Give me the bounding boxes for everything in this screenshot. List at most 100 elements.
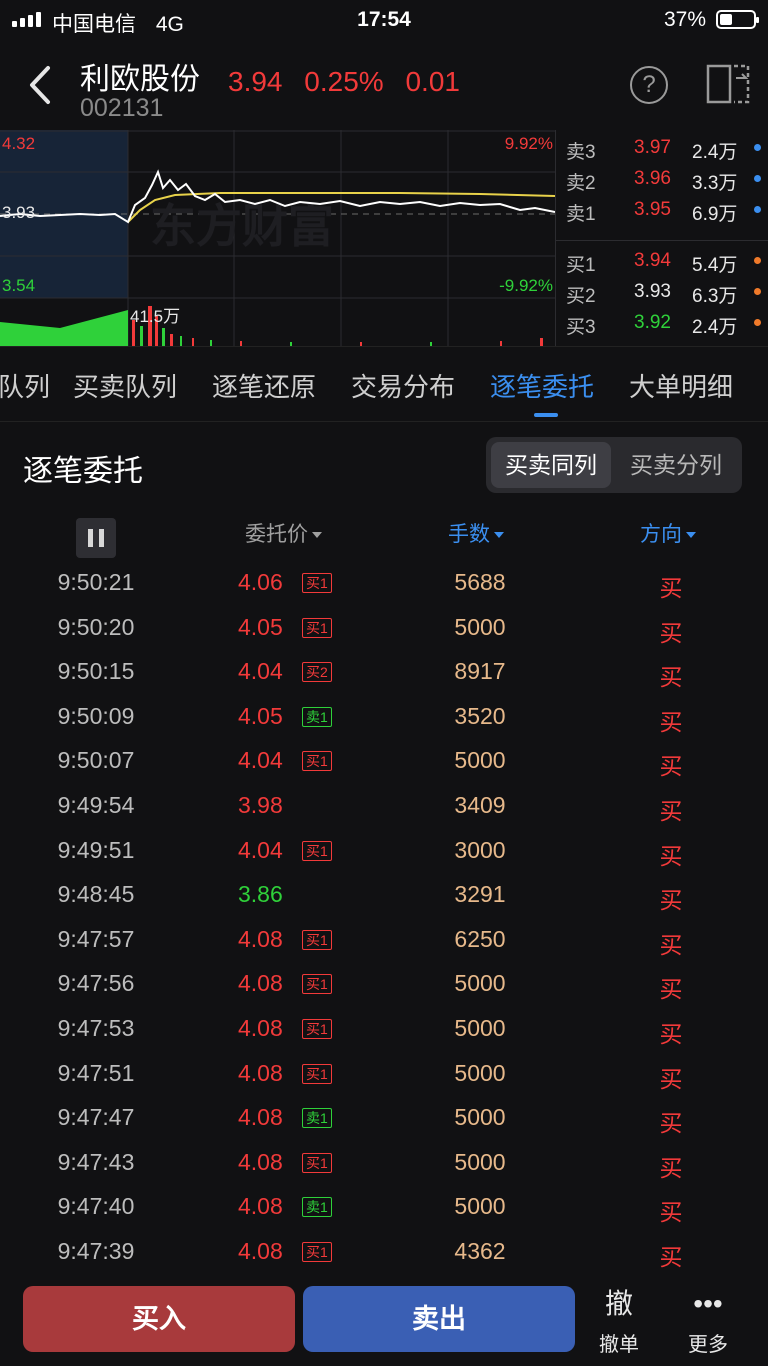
ask-name: 卖1 <box>566 204 596 225</box>
table-row[interactable]: 9:48:45 3.86 3291 买 <box>0 872 768 917</box>
table-row[interactable]: 9:50:09 4.05 卖1 3520 买 <box>0 694 768 739</box>
table-row[interactable]: 9:50:07 4.04 买1 5000 买 <box>0 738 768 783</box>
ask-price: 3.95 <box>634 199 671 220</box>
switch-layout-icon[interactable] <box>706 64 750 104</box>
order-book[interactable]: 卖3 3.97 2.4万 卖2 3.96 3.3万 卖1 3.95 6.9万 买… <box>555 130 768 346</box>
bid-name: 买2 <box>566 286 596 307</box>
ask-price: 3.96 <box>634 168 671 189</box>
table-row[interactable]: 9:47:40 4.08 卖1 5000 买 <box>0 1184 768 1229</box>
tab-large-orders[interactable]: 大单明细 <box>629 367 733 404</box>
tab-queue[interactable]: 队列 <box>0 367 50 404</box>
order-badge: 买1 <box>302 840 332 861</box>
order-time: 9:47:43 <box>57 1148 135 1175</box>
tab-tick-restore[interactable]: 逐笔还原 <box>212 367 316 404</box>
bid-row-1: 买1 3.94 5.4万 <box>556 245 768 276</box>
back-arrow-icon[interactable] <box>22 62 62 108</box>
ask-volume: 6.9万 <box>692 204 738 225</box>
order-qty: 5688 <box>454 569 506 595</box>
tab-tick-orders[interactable]: 逐笔委托 <box>490 367 594 404</box>
order-price: 4.08 <box>238 1104 283 1131</box>
buy-button[interactable]: 买入 <box>23 1286 295 1352</box>
stock-name: 利欧股份 <box>80 63 200 96</box>
order-direction: 买 <box>659 887 683 914</box>
table-row[interactable]: 9:50:20 4.05 买1 5000 买 <box>0 605 768 650</box>
chart-up-pct-label: 9.92% <box>504 134 553 153</box>
bid-price: 3.93 <box>634 281 671 302</box>
order-qty: 6250 <box>454 925 506 952</box>
order-qty: 3409 <box>454 791 506 818</box>
order-price: 4.08 <box>238 925 283 952</box>
order-badge: 卖1 <box>302 1197 332 1218</box>
toggle-split-column[interactable]: 买卖分列 <box>616 442 736 488</box>
stock-code: 002131 <box>80 94 164 122</box>
order-badge: 买1 <box>302 929 332 950</box>
order-badge: 买1 <box>302 751 332 772</box>
order-qty: 5000 <box>454 747 506 774</box>
order-qty: 5000 <box>454 1014 506 1041</box>
order-price: 3.98 <box>238 791 283 818</box>
bid-row-2: 买2 3.93 6.3万 <box>556 276 768 307</box>
table-row[interactable]: 9:47:47 4.08 卖1 5000 买 <box>0 1095 768 1140</box>
cancel-label: 撤单 <box>599 1334 639 1356</box>
intraday-chart[interactable]: 东方财富 4.32 3.93 3.54 9.92% -9.92% 41.5万 <box>0 130 555 346</box>
tab-trade-distribution[interactable]: 交易分布 <box>351 367 455 404</box>
order-qty: 3291 <box>454 881 506 908</box>
bottom-action-bar: 买入 卖出 撤 撤单 ••• 更多 <box>0 1272 768 1366</box>
order-badge: 买1 <box>302 974 332 995</box>
order-time: 9:47:56 <box>57 970 135 997</box>
bid-dot-icon <box>754 319 761 326</box>
ask-dot-icon <box>754 144 761 151</box>
stock-price: 3.94 <box>228 66 283 97</box>
toggle-same-column[interactable]: 买卖同列 <box>491 442 611 488</box>
order-qty: 5000 <box>454 1104 506 1131</box>
sort-caret-icon <box>312 532 322 539</box>
table-row[interactable]: 9:47:56 4.08 买1 5000 买 <box>0 961 768 1006</box>
table-row[interactable]: 9:49:54 3.98 3409 买 <box>0 783 768 828</box>
help-icon[interactable]: ? <box>630 66 668 104</box>
col-qty-header[interactable]: 手数 <box>448 518 504 548</box>
ask-volume: 2.4万 <box>692 142 738 163</box>
clock: 17:54 <box>357 8 411 31</box>
bid-price: 3.92 <box>634 312 671 333</box>
chart-down-pct-label: -9.92% <box>499 276 553 295</box>
order-badge: 卖1 <box>302 706 332 727</box>
bid-dot-icon <box>754 257 761 264</box>
order-price: 4.05 <box>238 613 283 640</box>
col-dir-header[interactable]: 方向 <box>640 518 696 548</box>
col-qty-label: 手数 <box>448 523 490 546</box>
order-price: 4.08 <box>238 1237 283 1264</box>
table-row[interactable]: 9:49:51 4.04 买1 3000 买 <box>0 828 768 873</box>
table-row[interactable]: 9:47:39 4.08 买1 4362 买 <box>0 1229 768 1274</box>
order-price: 4.08 <box>238 1059 283 1086</box>
more-button[interactable]: ••• 更多 <box>678 1286 738 1357</box>
order-price: 4.08 <box>238 970 283 997</box>
table-row[interactable]: 9:47:53 4.08 买1 5000 买 <box>0 1006 768 1051</box>
order-time: 9:48:45 <box>57 881 135 908</box>
order-price: 4.06 <box>238 569 283 595</box>
table-row[interactable]: 9:47:43 4.08 买1 5000 买 <box>0 1140 768 1185</box>
table-row[interactable]: 9:47:51 4.08 买1 5000 买 <box>0 1051 768 1096</box>
order-time: 9:47:40 <box>57 1193 135 1220</box>
table-row[interactable]: 9:47:57 4.08 买1 6250 买 <box>0 917 768 962</box>
order-direction: 买 <box>659 1154 683 1181</box>
ask-row-2: 卖2 3.96 3.3万 <box>556 163 768 194</box>
table-row[interactable]: 9:50:21 4.06 买1 5688 买 <box>0 560 768 605</box>
order-direction: 买 <box>659 619 683 646</box>
view-toggle: 买卖同列 买卖分列 <box>486 437 742 493</box>
order-direction: 买 <box>659 976 683 1003</box>
sell-button[interactable]: 卖出 <box>303 1286 575 1352</box>
order-direction: 买 <box>659 931 683 958</box>
order-direction: 买 <box>659 1199 683 1226</box>
order-price: 3.86 <box>238 881 283 908</box>
cancel-order-button[interactable]: 撤 撤单 <box>589 1286 649 1357</box>
order-direction: 买 <box>659 797 683 824</box>
order-qty: 5000 <box>454 1193 506 1220</box>
ask-row-1: 卖1 3.95 6.9万 <box>556 194 768 225</box>
ask-price: 3.97 <box>634 137 671 158</box>
order-time: 9:50:21 <box>57 569 135 595</box>
tab-buy-sell-queue[interactable]: 买卖队列 <box>73 367 177 404</box>
col-price-header[interactable]: 委托价 <box>245 518 322 548</box>
pause-icon[interactable] <box>76 518 116 558</box>
order-badge: 买1 <box>302 1018 332 1039</box>
table-row[interactable]: 9:50:15 4.04 买2 8917 买 <box>0 649 768 694</box>
